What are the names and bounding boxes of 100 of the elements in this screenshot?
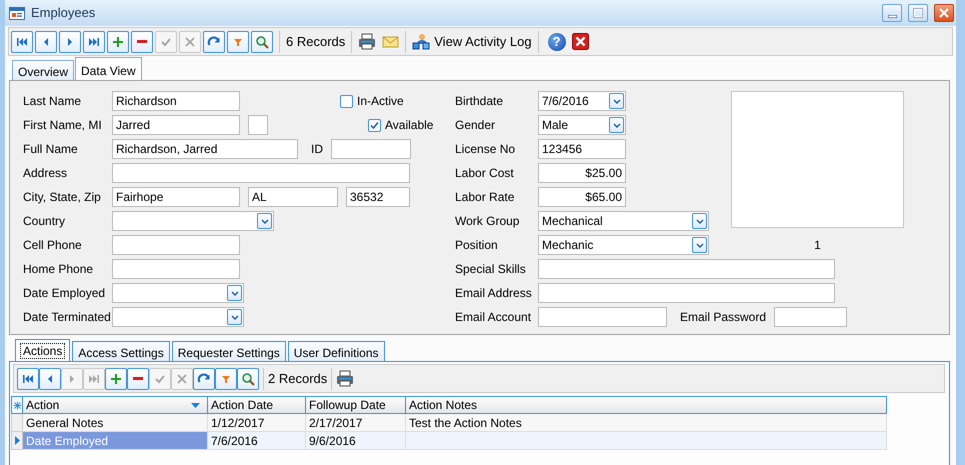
add-button[interactable]: [107, 30, 129, 52]
dropdown-field[interactable]: [112, 211, 274, 231]
checkbox-label: Available: [385, 117, 434, 134]
search-icon: [255, 34, 269, 48]
row-indicator[interactable]: [11, 432, 23, 450]
field-label: Labor Cost: [455, 165, 515, 182]
previous-record-button[interactable]: [35, 30, 57, 52]
chevron-down-icon: [260, 216, 270, 226]
column-header[interactable]: Action Notes: [406, 396, 887, 414]
previous-record-button[interactable]: [39, 368, 61, 390]
field-label: Date Terminated: [23, 309, 112, 326]
last-record-button[interactable]: [83, 30, 105, 52]
tab[interactable]: Requester Settings: [172, 341, 286, 361]
input-field[interactable]: 36532: [346, 187, 410, 207]
table-cell: 9/6/2016: [306, 432, 406, 450]
refresh-icon: [197, 372, 211, 386]
delete-icon: [137, 40, 147, 43]
input-field[interactable]: [248, 115, 268, 135]
field-label: Email Address: [455, 285, 533, 302]
input-field[interactable]: [538, 283, 835, 303]
tab[interactable]: Actions: [15, 339, 70, 361]
field-label: Cell Phone: [23, 237, 83, 254]
tab[interactable]: Access Settings: [72, 341, 170, 361]
delete-icon: [133, 377, 143, 380]
field-label: Position: [455, 237, 499, 254]
maximize-button[interactable]: [908, 4, 928, 22]
input-field[interactable]: Richardson, Jarred: [112, 139, 298, 159]
tab[interactable]: User Definitions: [288, 341, 384, 361]
next-record-button[interactable]: [59, 30, 81, 52]
dropdown-field[interactable]: Mechanical: [538, 211, 709, 231]
dropdown-field[interactable]: Mechanic: [538, 235, 709, 255]
table-cell: 1/12/2017: [208, 414, 306, 432]
close-button[interactable]: [934, 4, 954, 22]
first-record-button[interactable]: [11, 30, 33, 52]
column-header[interactable]: Followup Date: [306, 396, 406, 414]
print-button[interactable]: [336, 370, 354, 387]
table-cell: Date Employed: [23, 432, 208, 450]
field-label: Labor Rate: [455, 189, 516, 206]
minimize-button[interactable]: [882, 4, 902, 22]
input-field[interactable]: Fairhope: [112, 187, 240, 207]
close-form-button[interactable]: [572, 33, 589, 50]
field-label: Date Employed: [23, 285, 106, 302]
input-field[interactable]: [538, 307, 667, 327]
view-activity-log-button[interactable]: View Activity Log: [412, 32, 532, 52]
search-button[interactable]: [237, 368, 259, 390]
search-icon: [241, 372, 255, 386]
input-field[interactable]: Jarred: [112, 115, 240, 135]
input-field[interactable]: [331, 139, 411, 159]
input-field[interactable]: [538, 259, 835, 279]
chevron-down-icon: [612, 96, 622, 106]
printer-icon: [358, 33, 376, 50]
chevron-down-icon: [694, 240, 704, 250]
first-record-button[interactable]: [17, 368, 39, 390]
field-label: City, State, Zip: [23, 189, 102, 206]
field-label: Email Account: [455, 309, 532, 326]
table-cell: 2/17/2017: [306, 414, 406, 432]
dropdown-field[interactable]: Male: [538, 115, 626, 135]
input-field[interactable]: [112, 163, 410, 183]
column-header[interactable]: Action: [23, 396, 208, 414]
filter-button[interactable]: [227, 30, 249, 52]
input-field[interactable]: $25.00: [538, 163, 626, 183]
dropdown-field[interactable]: [112, 307, 244, 327]
search-button[interactable]: [251, 30, 273, 52]
close-form-icon: [572, 33, 589, 50]
print-button[interactable]: [358, 33, 376, 50]
refresh-button[interactable]: [203, 30, 225, 52]
email-button[interactable]: [382, 34, 400, 48]
checkbox[interactable]: [368, 118, 381, 132]
field-label: Work Group: [455, 213, 520, 230]
delete-button[interactable]: [127, 368, 149, 390]
cancel-icon: [175, 372, 189, 386]
field-label: Address: [23, 165, 68, 182]
refresh-button[interactable]: [193, 368, 215, 390]
input-field[interactable]: [112, 235, 240, 255]
field-label: Gender: [455, 117, 496, 134]
chevron-down-icon: [230, 288, 240, 298]
record-number: 1: [814, 237, 821, 254]
input-field[interactable]: Richardson: [112, 91, 240, 111]
tab[interactable]: Data View: [75, 57, 142, 80]
input-field[interactable]: [774, 307, 848, 327]
table-cell: 7/6/2016: [208, 432, 306, 450]
filter-button[interactable]: [215, 368, 237, 390]
delete-button[interactable]: [131, 30, 153, 52]
current-row-icon: [14, 436, 20, 445]
maximize-icon: [913, 8, 923, 18]
input-field[interactable]: 123456: [538, 139, 626, 159]
dropdown-field[interactable]: 7/6/2016: [538, 91, 626, 111]
input-field[interactable]: [112, 259, 240, 279]
table-cell: Test the Action Notes: [406, 414, 887, 432]
field-label: Last Name: [23, 93, 82, 110]
add-icon: [111, 34, 125, 48]
cancel-icon: [183, 34, 197, 48]
printer-icon: [336, 370, 354, 387]
tab[interactable]: Overview: [12, 60, 74, 80]
dropdown-field[interactable]: [112, 283, 244, 303]
add-button[interactable]: [105, 368, 127, 390]
input-field[interactable]: AL: [248, 187, 338, 207]
checkbox[interactable]: [340, 94, 353, 108]
input-field[interactable]: $65.00: [538, 187, 626, 207]
column-header[interactable]: Action Date: [208, 396, 306, 414]
